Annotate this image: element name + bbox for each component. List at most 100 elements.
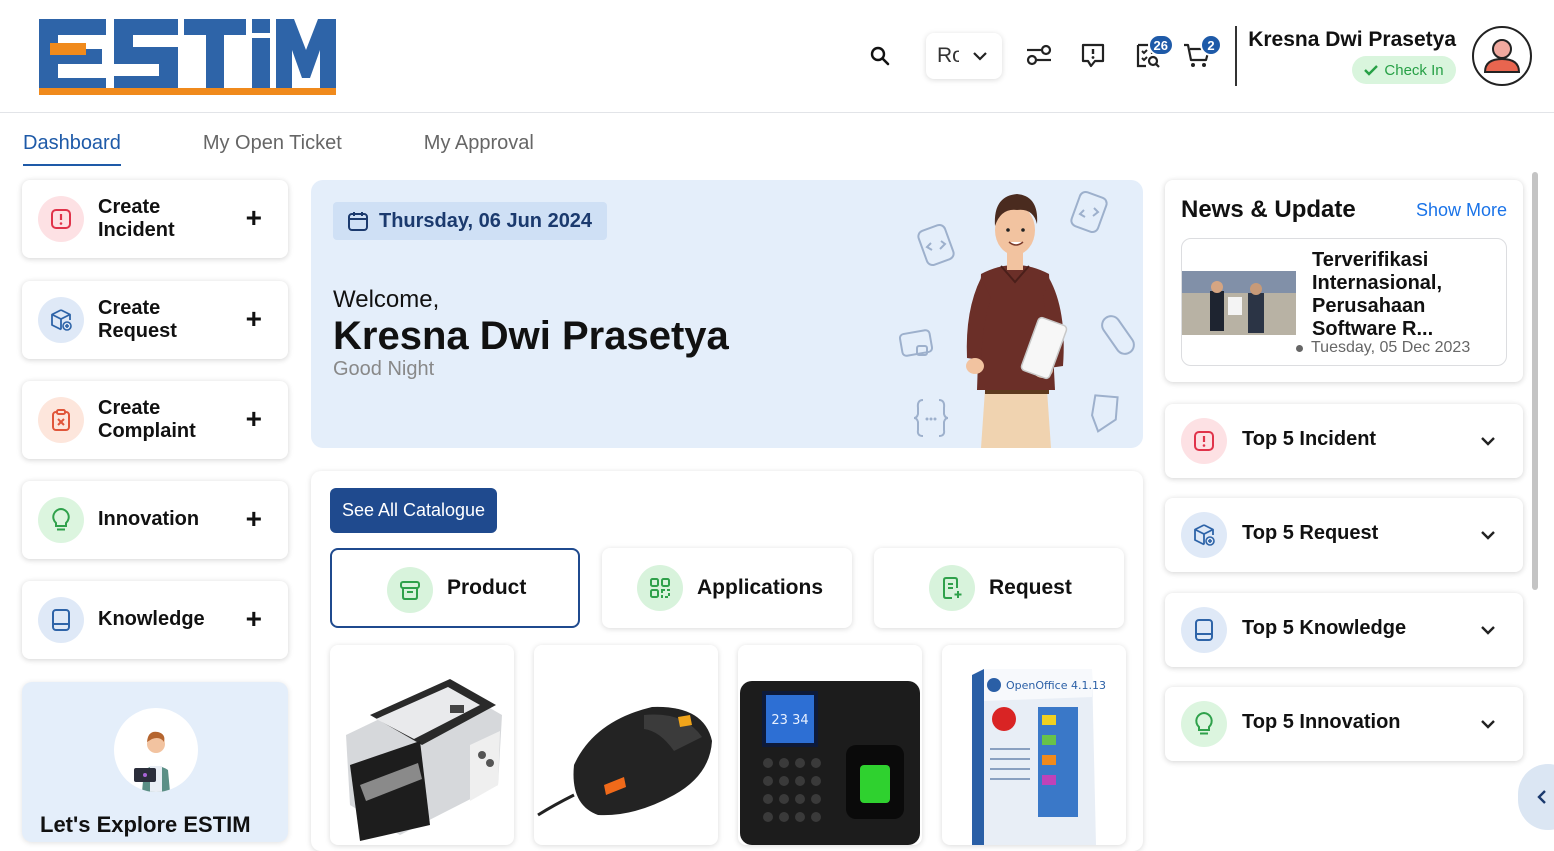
catalogue-tab-applications[interactable]: Applications (602, 548, 852, 628)
plus-icon[interactable]: + (246, 204, 262, 232)
svg-text:23 34: 23 34 (771, 713, 808, 728)
create-incident-label: Create Incident (98, 196, 175, 241)
date-chip: Thursday, 06 Jun 2024 (333, 202, 608, 240)
tab-dashboard[interactable]: Dashboard (23, 132, 121, 166)
catalogue-panel: See All Catalogue Product Applications R… (311, 471, 1143, 851)
feedback-message-icon[interactable] (1076, 38, 1110, 72)
fingerprint-machine-image: 23 34 (740, 681, 920, 845)
collapse-panel-button[interactable] (1518, 764, 1554, 830)
product-card-openoffice[interactable]: OpenOffice 4.1.13 (942, 645, 1126, 845)
search-icon[interactable] (866, 42, 894, 70)
calendar-icon (348, 212, 368, 231)
knowledge-card[interactable]: Knowledge + (22, 581, 288, 659)
catalogue-tab-applications-label: Applications (697, 576, 824, 599)
chevron-down-icon[interactable] (1479, 715, 1497, 733)
filter-settings-icon[interactable] (1022, 38, 1056, 72)
create-incident-card[interactable]: Create Incident + (22, 180, 288, 258)
date-text: Thursday, 06 Jun 2024 (379, 209, 593, 232)
box-plus-icon (38, 297, 84, 343)
apps-grid-icon (637, 565, 683, 611)
cart-badge: 2 (1200, 34, 1222, 56)
news-date: Tuesday, 05 Dec 2023 (1296, 339, 1470, 357)
box-plus-icon (1181, 512, 1227, 558)
news-update-panel: News & Update Show More Terverifikasi In… (1165, 180, 1523, 382)
alert-square-icon (38, 196, 84, 242)
top-header: Ro 26 2 Kresna Dwi Prasetya Check In (0, 0, 1554, 113)
show-more-link[interactable]: Show More (1416, 200, 1507, 221)
top5-request-accordion[interactable]: Top 5 Request (1165, 498, 1523, 572)
welcome-user-name: Kresna Dwi Prasetya (333, 314, 729, 358)
top5-incident-accordion[interactable]: Top 5 Incident (1165, 404, 1523, 478)
language-select[interactable]: Ro (926, 33, 1002, 79)
task-list-icon[interactable]: 26 (1130, 34, 1174, 72)
alert-square-icon (1181, 418, 1227, 464)
explore-title: Let's Explore ESTIM (40, 812, 251, 837)
knowledge-label: Knowledge (98, 608, 205, 630)
news-title: News & Update (1181, 196, 1356, 223)
catalogue-tab-product-label: Product (447, 576, 527, 599)
header-divider (1235, 26, 1237, 86)
chevron-down-icon (973, 52, 987, 61)
lightbulb-icon (1181, 701, 1227, 747)
estim-logo[interactable] (36, 16, 338, 96)
greeting-text: Good Night (333, 358, 435, 380)
shield-tag-icon (1091, 394, 1119, 433)
create-complaint-label: Create Complaint (98, 397, 196, 442)
book-icon (38, 597, 84, 643)
welcome-text: Welcome, (333, 286, 440, 313)
create-complaint-card[interactable]: Create Complaint + (22, 381, 288, 459)
top5-innovation-accordion[interactable]: Top 5 Innovation (1165, 687, 1523, 761)
see-all-catalogue-button[interactable]: See All Catalogue (330, 488, 497, 533)
gaming-mouse-image (537, 706, 712, 817)
chevron-left-icon (1537, 790, 1546, 804)
main-tabs: Dashboard My Open Ticket My Approval (23, 132, 616, 166)
product-card-money-counter[interactable] (330, 645, 514, 845)
explore-illustration (114, 708, 198, 792)
money-counter-image (346, 679, 502, 841)
catalogue-tab-request-label: Request (989, 576, 1072, 599)
notifications-badge: 26 (1147, 34, 1174, 56)
create-request-label: Create Request (98, 297, 177, 342)
top5-knowledge-label: Top 5 Knowledge (1242, 617, 1407, 639)
check-icon (1364, 65, 1379, 76)
lightbulb-icon (38, 497, 84, 543)
welcome-banner: Thursday, 06 Jun 2024 Welcome, Kresna Dw… (311, 180, 1143, 448)
plus-icon[interactable]: + (246, 405, 262, 433)
catalogue-tab-product[interactable]: Product (330, 548, 580, 628)
book-icon (1181, 607, 1227, 653)
code-tag-icon (917, 223, 955, 267)
plus-icon[interactable]: + (246, 605, 262, 633)
page-scrollbar[interactable] (1532, 172, 1538, 590)
top5-knowledge-accordion[interactable]: Top 5 Knowledge (1165, 593, 1523, 667)
tab-my-open-ticket[interactable]: My Open Ticket (203, 132, 342, 166)
chevron-down-icon[interactable] (1479, 526, 1497, 544)
chevron-down-icon[interactable] (1479, 621, 1497, 639)
welcome-person-illustration (966, 194, 1068, 448)
innovation-card[interactable]: Innovation + (22, 481, 288, 559)
top5-request-label: Top 5 Request (1242, 522, 1379, 544)
explore-estim-card[interactable]: Let's Explore ESTIM (22, 682, 288, 842)
chevron-down-icon[interactable] (1479, 432, 1497, 450)
top5-innovation-label: Top 5 Innovation (1242, 711, 1401, 733)
news-headline: Terverifikasi Internasional, Perusahaan … (1312, 249, 1443, 340)
cart-icon[interactable]: 2 (1180, 34, 1222, 72)
create-request-card[interactable]: Create Request + (22, 281, 288, 359)
tab-my-approval[interactable]: My Approval (424, 132, 534, 166)
catalogue-tab-request[interactable]: Request (874, 548, 1124, 628)
news-card[interactable]: Terverifikasi Internasional, Perusahaan … (1181, 238, 1507, 366)
check-in-button[interactable]: Check In (1352, 56, 1456, 84)
svg-text:OpenOffice 4.1.13: OpenOffice 4.1.13 (1006, 679, 1106, 692)
lock-screen-icon (898, 329, 934, 357)
news-thumbnail (1182, 271, 1296, 335)
archive-box-icon (387, 567, 433, 613)
user-name[interactable]: Kresna Dwi Prasetya (1248, 28, 1456, 52)
user-avatar[interactable] (1472, 26, 1532, 86)
document-plus-icon (929, 565, 975, 611)
clipboard-x-icon (38, 397, 84, 443)
product-card-fingerprint-machine[interactable]: 23 34 (738, 645, 922, 845)
plus-icon[interactable]: + (246, 305, 262, 333)
product-card-gaming-mouse[interactable] (534, 645, 718, 845)
news-date-text: Tuesday, 05 Dec 2023 (1311, 339, 1471, 356)
check-in-label: Check In (1384, 61, 1444, 79)
plus-icon[interactable]: + (246, 505, 262, 533)
